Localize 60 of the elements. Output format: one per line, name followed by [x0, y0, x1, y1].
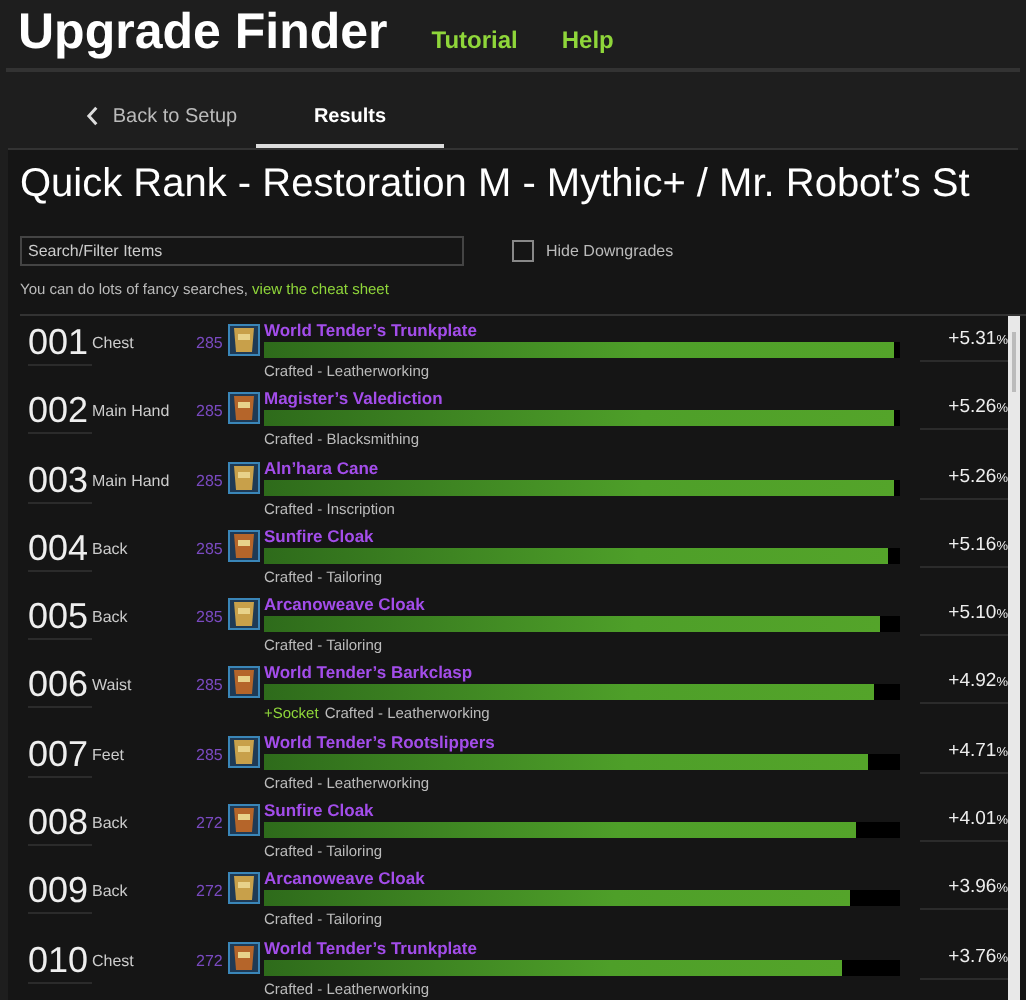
item-icon[interactable] [228, 461, 260, 494]
tab[interactable]: Back to Setup [68, 100, 256, 148]
item-level: 285 [196, 332, 225, 352]
item-level: 285 [196, 606, 225, 627]
slot-label: Chest [92, 949, 136, 970]
item-level: 272 [196, 949, 225, 970]
item-name[interactable]: Sunfire Cloak [264, 796, 900, 823]
item-name[interactable]: World Tender’s Rootslippers [264, 727, 900, 754]
item-level: 272 [196, 812, 225, 833]
rank-number: 010 [28, 933, 92, 984]
slot-label: Back [92, 812, 130, 833]
chevron-left-icon [86, 106, 101, 126]
item-name[interactable]: Aln’hara Cane [264, 453, 900, 480]
item-name[interactable]: World Tender’s Trunkplate [264, 933, 900, 960]
slot-label: Back [92, 606, 130, 627]
results-heading: Quick Rank - Restoration M - Mythic+ / Mr. Robot’s St [20, 162, 972, 208]
slot-label: Waist [92, 674, 134, 695]
item-level: 272 [196, 880, 225, 901]
slot-label: Main Hand [92, 469, 172, 490]
rank-number: 006 [28, 658, 92, 709]
search-field[interactable]: Search/Filter Items [20, 236, 464, 266]
item-icon[interactable] [228, 392, 260, 425]
item-level: 285 [196, 537, 225, 558]
nav-link[interactable]: Help [561, 26, 614, 54]
scrollbar[interactable] [1008, 316, 1020, 1000]
rank-number: 001 [28, 316, 92, 366]
item-icon[interactable] [228, 598, 260, 631]
item-icon[interactable] [228, 735, 260, 768]
slot-label: Chest [92, 332, 136, 352]
rank-number: 005 [28, 590, 92, 641]
rank-number: 004 [28, 521, 92, 572]
rank-number: 007 [28, 727, 92, 778]
rank-number: 008 [28, 796, 92, 847]
page-title: Upgrade Finder [18, 4, 388, 62]
item-icon[interactable] [228, 804, 260, 837]
checkbox-label: Hide Downgrades [546, 242, 674, 260]
item-icon[interactable] [228, 666, 260, 699]
slot-label: Feet [92, 743, 127, 764]
item-level: 285 [196, 674, 225, 695]
item-name[interactable]: World Tender’s Trunkplate [264, 316, 900, 342]
item-icon[interactable] [228, 529, 260, 562]
item-name[interactable]: World Tender’s Barkclasp [264, 658, 900, 685]
item-name[interactable]: Magister’s Valediction [264, 384, 900, 411]
slot-label: Back [92, 880, 130, 901]
item-name[interactable]: Arcanoweave Cloak [264, 590, 900, 617]
item-icon[interactable] [228, 872, 260, 905]
item-name[interactable]: Sunfire Cloak [264, 521, 900, 548]
rank-number: 002 [28, 384, 92, 435]
rank-number: 003 [28, 453, 92, 504]
item-level: 285 [196, 400, 225, 421]
item-level: 285 [196, 743, 225, 764]
slot-label: Back [92, 537, 130, 558]
slot-label: Main Hand [92, 400, 172, 421]
checkbox[interactable] [512, 240, 534, 262]
item-icon[interactable] [228, 941, 260, 974]
nav-link[interactable]: Tutorial [431, 26, 518, 54]
rank-number: 009 [28, 864, 92, 915]
item-icon[interactable] [228, 324, 260, 356]
item-name[interactable]: Arcanoweave Cloak [264, 864, 900, 891]
item-level: 285 [196, 469, 225, 490]
